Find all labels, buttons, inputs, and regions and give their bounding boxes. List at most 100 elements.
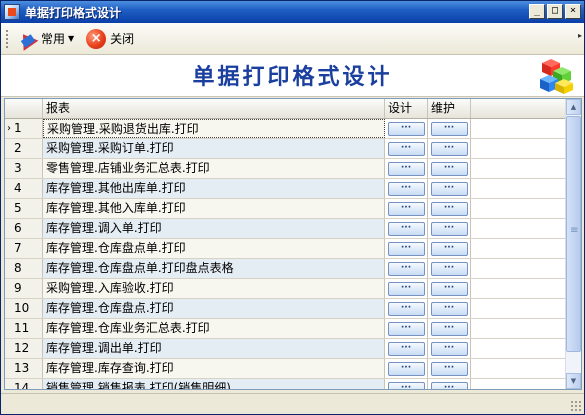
minimize-button[interactable]: _ <box>529 4 545 19</box>
maintain-cell: ··· <box>428 379 471 389</box>
current-row-icon: › <box>7 123 11 134</box>
table-row[interactable]: 9 采购管理.入库验收.打印 ··· ··· <box>5 279 567 299</box>
design-button[interactable]: ··· <box>387 201 425 216</box>
table-row[interactable]: 13 库存管理.库存查询.打印 ··· ··· <box>5 359 567 379</box>
report-name-cell[interactable]: 采购管理.入库验收.打印 <box>43 279 385 298</box>
row-number-text: 3 <box>14 161 22 175</box>
row-number: 7 <box>5 239 43 258</box>
report-name-cell[interactable]: 库存管理.仓库盘点.打印 <box>43 299 385 318</box>
row-filler <box>471 379 567 389</box>
design-button[interactable]: ··· <box>387 381 425 389</box>
report-name-cell[interactable]: 采购管理.采购订单.打印 <box>43 139 385 158</box>
maintain-button[interactable]: ··· <box>430 321 468 336</box>
maintain-button[interactable]: ··· <box>430 121 468 136</box>
maintain-button[interactable]: ··· <box>430 381 468 389</box>
row-filler <box>471 259 567 278</box>
row-filler <box>471 219 567 238</box>
row-number: 5 <box>5 199 43 218</box>
report-name-cell[interactable]: 库存管理.仓库盘点单.打印盘点表格 <box>43 259 385 278</box>
maintain-button[interactable]: ··· <box>430 181 468 196</box>
table-row[interactable]: 8 库存管理.仓库盘点单.打印盘点表格 ··· ··· <box>5 259 567 279</box>
row-number-text: 8 <box>14 261 22 275</box>
design-button[interactable]: ··· <box>387 321 425 336</box>
report-name-cell[interactable]: 库存管理.其他出库单.打印 <box>43 179 385 198</box>
design-button[interactable]: ··· <box>387 341 425 356</box>
design-button[interactable]: ··· <box>387 241 425 256</box>
report-name-cell[interactable]: 采购管理.采购退货出库.打印 <box>43 119 385 138</box>
maintain-button[interactable]: ··· <box>430 301 468 316</box>
report-name-cell[interactable]: 零售管理.店铺业务汇总表.打印 <box>43 159 385 178</box>
report-name-cell[interactable]: 库存管理.调出单.打印 <box>43 339 385 358</box>
table-row[interactable]: 11 库存管理.仓库业务汇总表.打印 ··· ··· <box>5 319 567 339</box>
table-row[interactable]: 6 库存管理.调入单.打印 ··· ··· <box>5 219 567 239</box>
design-button[interactable]: ··· <box>387 221 425 236</box>
table-row[interactable]: 12 库存管理.调出单.打印 ··· ··· <box>5 339 567 359</box>
resize-grip-icon[interactable] <box>570 400 582 412</box>
design-button[interactable]: ··· <box>387 301 425 316</box>
maintain-button[interactable]: ··· <box>430 241 468 256</box>
table-row[interactable]: 2 采购管理.采购订单.打印 ··· ··· <box>5 139 567 159</box>
report-name-cell[interactable]: 库存管理.仓库盘点单.打印 <box>43 239 385 258</box>
table-row[interactable]: 7 库存管理.仓库盘点单.打印 ··· ··· <box>5 239 567 259</box>
table-row[interactable]: › 1 采购管理.采购退货出库.打印 ··· ··· <box>5 119 567 139</box>
row-number-text: 13 <box>14 361 30 375</box>
vertical-scrollbar[interactable]: ▲ ▼ <box>565 99 581 389</box>
header-report[interactable]: 报表 <box>43 99 385 118</box>
row-number: 10 <box>5 299 43 318</box>
design-button[interactable]: ··· <box>387 181 425 196</box>
row-number-text: 5 <box>14 201 22 215</box>
cubes-logo-icon <box>540 59 573 94</box>
design-button[interactable]: ··· <box>387 261 425 276</box>
row-number: 14 <box>5 379 43 389</box>
table-row[interactable]: 3 零售管理.店铺业务汇总表.打印 ··· ··· <box>5 159 567 179</box>
row-filler <box>471 279 567 298</box>
scroll-up-icon[interactable]: ▲ <box>566 99 581 115</box>
common-tools-icon <box>15 28 39 51</box>
header-design[interactable]: 设计 <box>385 99 428 118</box>
maintain-button[interactable]: ··· <box>430 221 468 236</box>
maximize-button[interactable]: □ <box>547 4 563 19</box>
toolbar-overflow-icon[interactable]: ▸ <box>578 31 582 40</box>
row-number-text: 2 <box>14 141 22 155</box>
title-bar[interactable]: 单据打印格式设计 _ □ × <box>1 1 584 23</box>
table-row[interactable]: 4 库存管理.其他出库单.打印 ··· ··· <box>5 179 567 199</box>
design-cell: ··· <box>385 199 428 218</box>
maintain-button[interactable]: ··· <box>430 361 468 376</box>
maintain-cell: ··· <box>428 359 471 378</box>
report-name-cell[interactable]: 库存管理.调入单.打印 <box>43 219 385 238</box>
scroll-down-icon[interactable]: ▼ <box>566 373 581 389</box>
design-button[interactable]: ··· <box>387 141 425 156</box>
row-filler <box>471 239 567 258</box>
report-name-cell[interactable]: 库存管理.其他入库单.打印 <box>43 199 385 218</box>
table-row[interactable]: 10 库存管理.仓库盘点.打印 ··· ··· <box>5 299 567 319</box>
design-cell: ··· <box>385 219 428 238</box>
chevron-down-icon: ▼ <box>68 34 75 43</box>
table-row[interactable]: 14 销售管理.销售报表.打印(销售明细) ··· ··· <box>5 379 567 389</box>
design-button[interactable]: ··· <box>387 361 425 376</box>
report-name-cell[interactable]: 库存管理.仓库业务汇总表.打印 <box>43 319 385 338</box>
maintain-button[interactable]: ··· <box>430 341 468 356</box>
toolbar-grip-icon[interactable] <box>5 28 9 49</box>
common-menu-button[interactable]: 常用 ▼ <box>13 27 78 51</box>
design-button[interactable]: ··· <box>387 121 425 136</box>
row-number: 11 <box>5 319 43 338</box>
design-cell: ··· <box>385 279 428 298</box>
maintain-button[interactable]: ··· <box>430 141 468 156</box>
report-name-cell[interactable]: 库存管理.库存查询.打印 <box>43 359 385 378</box>
report-name-cell[interactable]: 销售管理.销售报表.打印(销售明细) <box>43 379 385 389</box>
row-filler <box>471 179 567 198</box>
table-row[interactable]: 5 库存管理.其他入库单.打印 ··· ··· <box>5 199 567 219</box>
close-window-button[interactable]: × <box>565 4 581 19</box>
close-button-label: 关闭 <box>110 32 135 46</box>
maintain-button[interactable]: ··· <box>430 201 468 216</box>
design-button[interactable]: ··· <box>387 281 425 296</box>
close-button[interactable]: × 关闭 <box>82 27 138 51</box>
row-filler <box>471 299 567 318</box>
design-button[interactable]: ··· <box>387 161 425 176</box>
maintain-button[interactable]: ··· <box>430 161 468 176</box>
maintain-cell: ··· <box>428 159 471 178</box>
scroll-thumb[interactable] <box>566 116 581 352</box>
maintain-button[interactable]: ··· <box>430 281 468 296</box>
maintain-button[interactable]: ··· <box>430 261 468 276</box>
header-maintain[interactable]: 维护 <box>428 99 471 118</box>
